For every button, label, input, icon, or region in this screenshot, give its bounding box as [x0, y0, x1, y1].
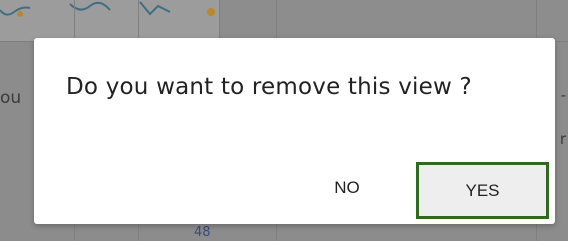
yes-button[interactable]: YES: [416, 162, 549, 219]
confirm-remove-view-dialog: Do you want to remove this view ? NO YES: [34, 38, 555, 224]
background-right-text: -: [560, 86, 566, 104]
background-number: 48: [194, 225, 211, 240]
background-right-text: r: [559, 130, 566, 148]
background-edge-text: ou: [0, 88, 22, 108]
chart-line-fragment-icon: [0, 1, 215, 17]
no-button[interactable]: NO: [306, 164, 388, 212]
background-panel: [222, 0, 568, 42]
dialog-message: Do you want to remove this view ?: [66, 74, 472, 100]
background-chart-card: [0, 0, 220, 42]
